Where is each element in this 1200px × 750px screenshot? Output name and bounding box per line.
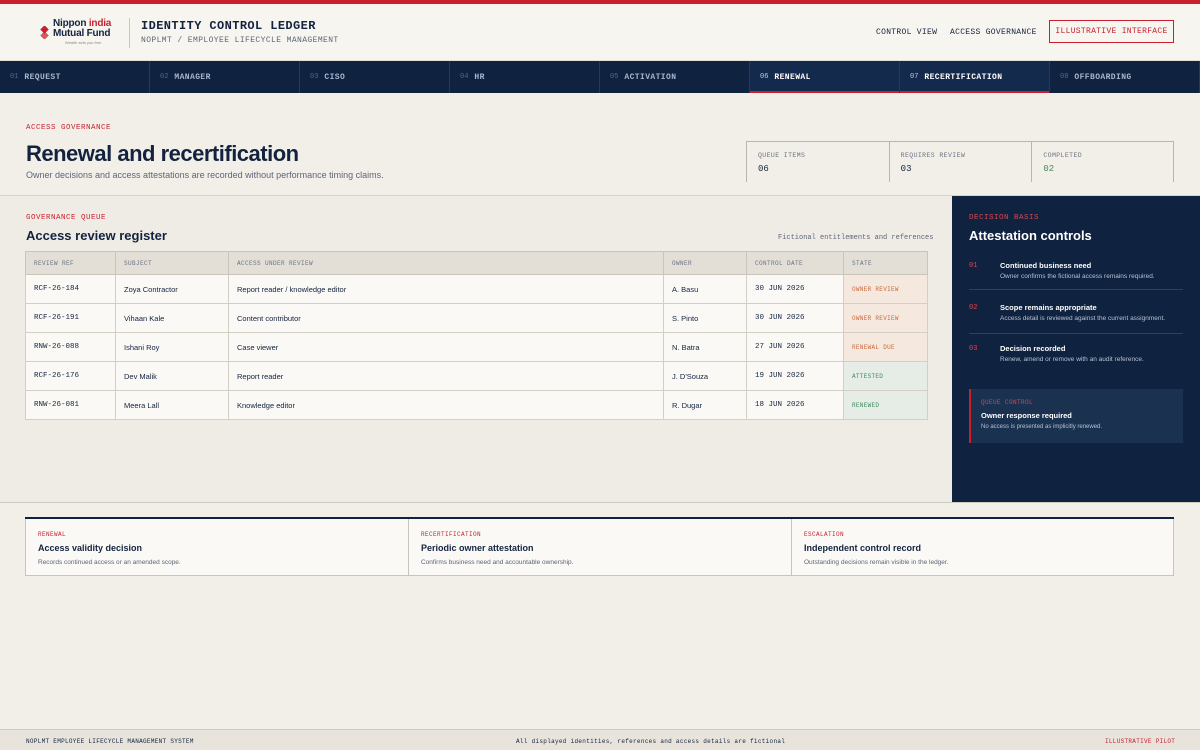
status-badge: RENEWED bbox=[843, 390, 928, 420]
logo-mark-icon bbox=[40, 26, 49, 39]
table-row[interactable]: RNW-26-088 Ishani Roy Case viewer N. Bat… bbox=[25, 332, 928, 362]
panel-title: Attestation controls bbox=[969, 228, 1092, 243]
cell-ref: RCF-26-184 bbox=[25, 274, 116, 304]
control-item-scope: 02 Scope remains appropriate Access deta… bbox=[969, 303, 1183, 334]
lifecycle-step-nav: 01 REQUEST 02 MANAGER 03 CISO 04 HR 05 ACTIVA… bbox=[0, 61, 1200, 93]
col-state[interactable]: STATE bbox=[843, 251, 928, 275]
queue-note: Fictional entitlements and references bbox=[778, 234, 934, 242]
cell-ref: RCF-26-176 bbox=[25, 361, 116, 391]
panel-eyebrow: DECISION BASIS bbox=[969, 214, 1040, 222]
section-divider bbox=[0, 502, 1200, 503]
card-renewal: RENEWAL Access validity decision Records… bbox=[25, 519, 408, 576]
cell-access: Report reader bbox=[228, 361, 664, 391]
cell-ref: RNW-26-081 bbox=[25, 390, 116, 420]
cell-subject: Ishani Roy bbox=[115, 332, 229, 362]
cell-owner: A. Basu bbox=[663, 274, 747, 304]
col-review-ref[interactable]: REVIEW REF bbox=[25, 251, 116, 275]
stat-queue-items: QUEUE ITEMS 06 bbox=[746, 142, 889, 182]
cell-subject: Dev Malik bbox=[115, 361, 229, 391]
col-control-date[interactable]: CONTROL DATE bbox=[746, 251, 844, 275]
info-cards: RENEWAL Access validity decision Records… bbox=[25, 517, 1174, 576]
control-item-business-need: 01 Continued business need Owner confirm… bbox=[969, 261, 1183, 290]
status-badge: OWNER REVIEW bbox=[843, 303, 928, 333]
step-offboarding[interactable]: 08 OFFBOARDING bbox=[1050, 61, 1200, 93]
cell-subject: Zoya Contractor bbox=[115, 274, 229, 304]
queue-title: Access review register bbox=[26, 228, 167, 243]
step-activation[interactable]: 05 ACTIVATION bbox=[600, 61, 750, 93]
cell-owner: N. Batra bbox=[663, 332, 747, 362]
app-header: Nippon india Mutual Fund Wealth sets you… bbox=[0, 4, 1200, 61]
cell-access: Report reader / knowledge editor bbox=[228, 274, 664, 304]
page-footer: NOPLMT EMPLOYEE LIFECYCLE MANAGEMENT SYS… bbox=[0, 729, 1200, 750]
decision-basis-panel: DECISION BASIS Attestation controls 01 C… bbox=[952, 196, 1200, 502]
cell-subject: Meera Lall bbox=[115, 390, 229, 420]
footer-system-name: NOPLMT EMPLOYEE LIFECYCLE MANAGEMENT SYS… bbox=[26, 738, 194, 745]
cell-date: 19 JUN 2026 bbox=[746, 361, 844, 391]
cell-owner: S. Pinto bbox=[663, 303, 747, 333]
status-badge: ATTESTED bbox=[843, 361, 928, 391]
step-hr[interactable]: 04 HR bbox=[450, 61, 600, 93]
col-access[interactable]: ACCESS UNDER REVIEW bbox=[228, 251, 664, 275]
step-recertification[interactable]: 07 RECERTIFICATION bbox=[900, 61, 1050, 93]
col-subject[interactable]: SUBJECT bbox=[115, 251, 229, 275]
col-owner[interactable]: OWNER bbox=[663, 251, 747, 275]
app-title: IDENTITY CONTROL LEDGER bbox=[141, 19, 316, 33]
page-title: Renewal and recertification bbox=[26, 141, 299, 166]
control-item-decision: 03 Decision recorded Renew, amend or rem… bbox=[969, 344, 1144, 363]
cell-owner: J. D'Souza bbox=[663, 361, 747, 391]
status-badge: RENEWAL DUE bbox=[843, 332, 928, 362]
stat-completed: COMPLETED 02 bbox=[1031, 142, 1175, 182]
queue-eyebrow: GOVERNANCE QUEUE bbox=[26, 214, 107, 222]
step-request[interactable]: 01 REQUEST bbox=[0, 61, 150, 93]
table-row[interactable]: RCF-26-191 Vihaan Kale Content contribut… bbox=[25, 303, 928, 333]
step-manager[interactable]: 02 MANAGER bbox=[150, 61, 300, 93]
cell-date: 18 JUN 2026 bbox=[746, 390, 844, 420]
page-eyebrow: ACCESS GOVERNANCE bbox=[26, 124, 112, 132]
stat-requires-review: REQUIRES REVIEW 03 bbox=[888, 142, 1032, 182]
cell-access: Knowledge editor bbox=[228, 390, 664, 420]
card-escalation: ESCALATION Independent control record Ou… bbox=[791, 519, 1174, 576]
card-recertification: RECERTIFICATION Periodic owner attestati… bbox=[408, 519, 791, 576]
nav-access-governance[interactable]: ACCESS GOVERNANCE bbox=[950, 28, 1037, 37]
cell-subject: Vihaan Kale bbox=[115, 303, 229, 333]
cell-access: Content contributor bbox=[228, 303, 664, 333]
cell-date: 27 JUN 2026 bbox=[746, 332, 844, 362]
step-renewal[interactable]: 06 RENEWAL bbox=[750, 61, 900, 93]
access-review-table: REVIEW REF SUBJECT ACCESS UNDER REVIEW O… bbox=[25, 251, 928, 420]
step-ciso[interactable]: 03 CISO bbox=[300, 61, 450, 93]
status-badge: OWNER REVIEW bbox=[843, 274, 928, 304]
queue-control-notice: QUEUE CONTROL Owner response required No… bbox=[969, 389, 1183, 443]
illustrative-interface-badge[interactable]: ILLUSTRATIVE INTERFACE bbox=[1049, 20, 1174, 43]
cell-access: Case viewer bbox=[228, 332, 664, 362]
nav-control-view[interactable]: CONTROL VIEW bbox=[876, 28, 937, 37]
cell-owner: R. Dugar bbox=[663, 390, 747, 420]
cell-date: 30 JUN 2026 bbox=[746, 274, 844, 304]
table-row[interactable]: RCF-26-184 Zoya Contractor Report reader… bbox=[25, 274, 928, 304]
table-header-row: REVIEW REF SUBJECT ACCESS UNDER REVIEW O… bbox=[25, 251, 928, 275]
summary-stats: QUEUE ITEMS 06 REQUIRES REVIEW 03 COMPLE… bbox=[746, 141, 1175, 182]
page-subtitle: Owner decisions and access attestations … bbox=[26, 170, 384, 180]
brand-logo[interactable]: Nippon india Mutual Fund Wealth sets you… bbox=[38, 18, 118, 50]
footer-disclaimer: All displayed identities, references and… bbox=[516, 738, 786, 745]
cell-ref: RNW-26-088 bbox=[25, 332, 116, 362]
cell-date: 30 JUN 2026 bbox=[746, 303, 844, 333]
table-row[interactable]: RNW-26-081 Meera Lall Knowledge editor R… bbox=[25, 390, 928, 420]
header-divider bbox=[129, 18, 130, 48]
table-row[interactable]: RCF-26-176 Dev Malik Report reader J. D'… bbox=[25, 361, 928, 391]
app-subtitle: NOPLMT / EMPLOYEE LIFECYCLE MANAGEMENT bbox=[141, 36, 339, 45]
logo-line-2: Mutual Fund bbox=[53, 28, 111, 39]
footer-pilot-label: ILLUSTRATIVE PILOT bbox=[1105, 738, 1176, 745]
cell-ref: RCF-26-191 bbox=[25, 303, 116, 333]
logo-tagline: Wealth sets you free bbox=[65, 40, 102, 45]
